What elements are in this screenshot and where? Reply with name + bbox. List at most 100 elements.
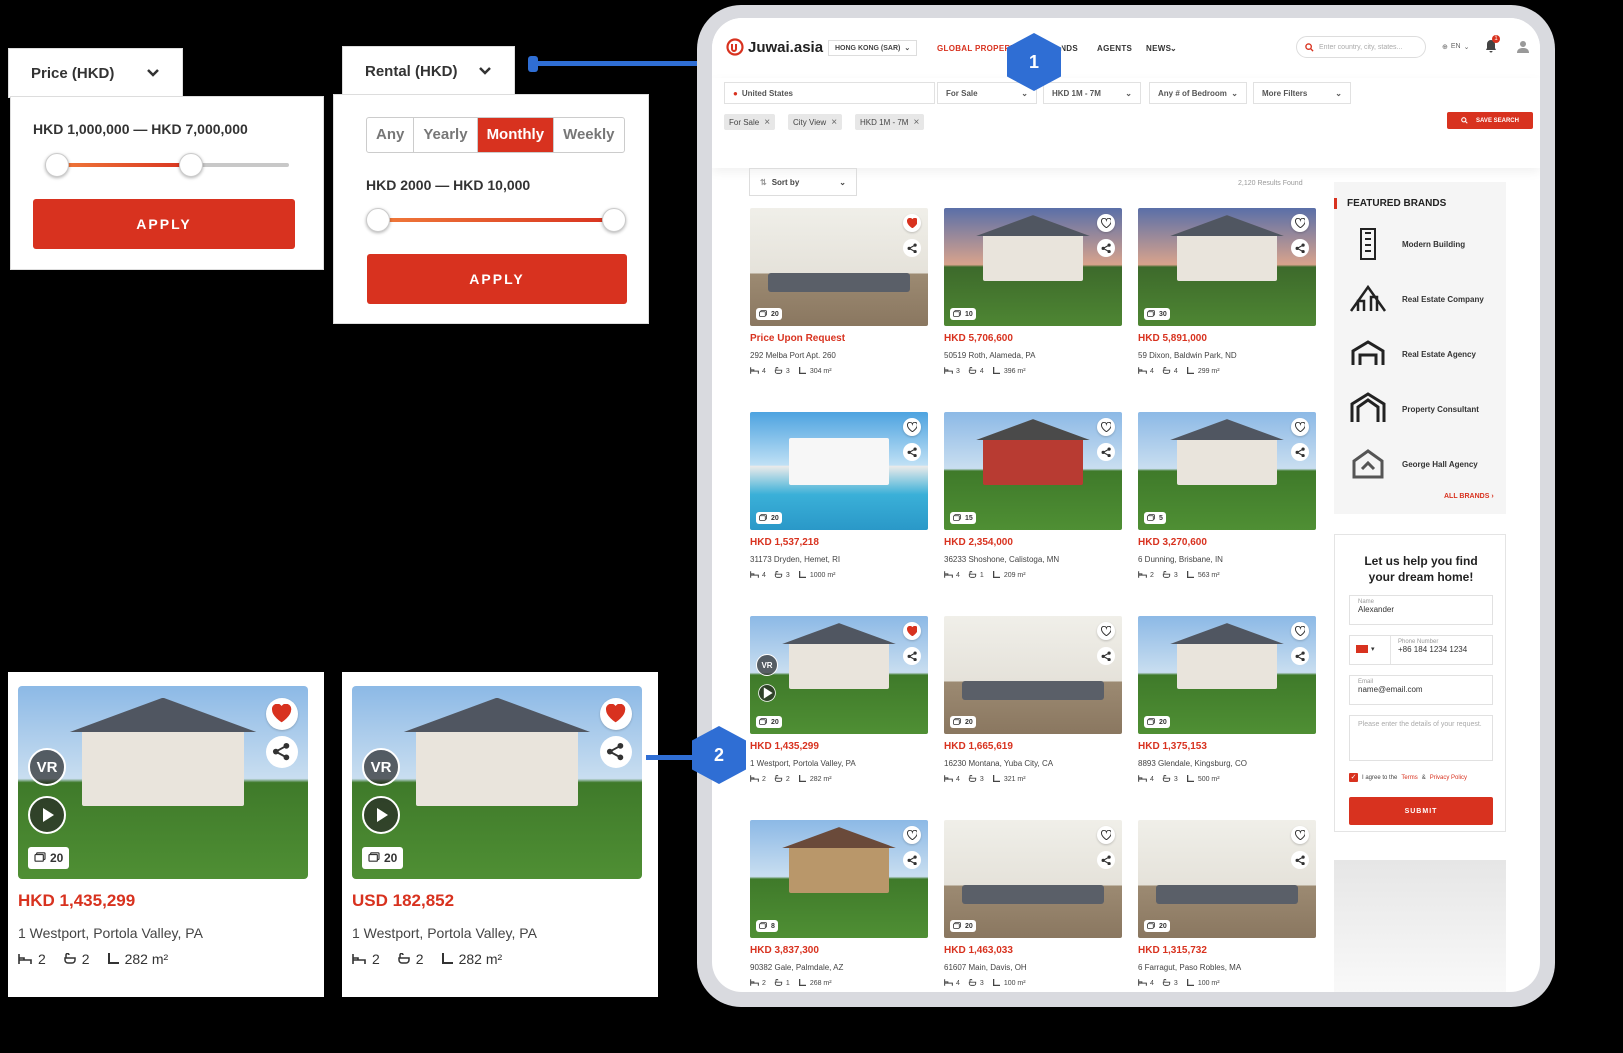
listing-image[interactable]: 10	[944, 208, 1122, 326]
brand-item[interactable]: Real Estate Agency	[1348, 334, 1476, 374]
country-code-select[interactable]: ▾	[1356, 645, 1375, 653]
listing-card[interactable]: 20 HKD 1,463,033 61607 Main, Davis, OH 4 3 10…	[944, 820, 1122, 992]
listing-card[interactable]: 20 HKD 1,315,732 6 Farragut, Paso Robles, …	[1138, 820, 1316, 992]
vr-tour-icon[interactable]: VR	[28, 748, 66, 786]
listing-image[interactable]: 20	[750, 208, 928, 326]
privacy-link[interactable]: Privacy Policy	[1430, 775, 1467, 781]
vr-tour-icon[interactable]: VR	[756, 654, 778, 676]
favorite-heart-icon[interactable]	[1097, 418, 1115, 436]
price-slider-max-handle[interactable]	[179, 153, 204, 177]
phone-field[interactable]: ▾ Phone Number +86 184 1234 1234	[1349, 635, 1493, 665]
favorite-heart-icon[interactable]	[1097, 622, 1115, 640]
price-slider[interactable]	[45, 153, 289, 177]
share-icon[interactable]	[1097, 443, 1115, 461]
all-brands-link[interactable]: ALL BRANDS ›	[1444, 493, 1494, 500]
play-video-icon[interactable]	[28, 796, 66, 834]
favorite-heart-icon[interactable]	[1097, 214, 1115, 232]
listing-card[interactable]: 20 HKD 1,537,218 31173 Dryden, Hemet, RI 4 3…	[750, 412, 928, 592]
details-field[interactable]: Please enter the details of your request…	[1349, 715, 1493, 761]
brand-item[interactable]: Property Consultant	[1348, 389, 1479, 429]
price-filter[interactable]: HKD 1M - 7M ⌄	[1043, 82, 1141, 104]
nav-agents[interactable]: AGENTS	[1097, 44, 1132, 53]
favorite-heart-icon[interactable]	[1097, 826, 1115, 844]
listing-image[interactable]: 20	[944, 616, 1122, 734]
listing-image[interactable]: 8	[750, 820, 928, 938]
name-field[interactable]: Name Alexander	[1349, 595, 1493, 625]
rental-slider-max-handle[interactable]	[602, 208, 626, 232]
share-icon[interactable]	[1097, 239, 1115, 257]
listing-image[interactable]: 20	[1138, 820, 1316, 938]
share-icon[interactable]	[266, 736, 298, 768]
price-slider-min-handle[interactable]	[45, 153, 70, 177]
vr-tour-icon[interactable]: VR	[362, 748, 400, 786]
rental-option-yearly[interactable]: Yearly	[414, 118, 478, 152]
rental-slider-min-handle[interactable]	[366, 208, 390, 232]
price-dropdown[interactable]: Price (HKD)	[8, 48, 183, 98]
share-icon[interactable]	[1097, 851, 1115, 869]
rental-option-monthly[interactable]: Monthly	[477, 118, 555, 152]
favorite-heart-icon[interactable]	[903, 622, 921, 640]
listing-image[interactable]: 20	[944, 820, 1122, 938]
rental-option-weekly[interactable]: Weekly	[554, 118, 623, 152]
listing-image[interactable]: VR 20	[18, 686, 308, 879]
share-icon[interactable]	[903, 647, 921, 665]
listing-card[interactable]: 5 HKD 3,270,600 6 Dunning, Brisbane, IN 2 3 5…	[1138, 412, 1316, 592]
listing-image[interactable]: 20	[1138, 616, 1316, 734]
listing-image[interactable]: 15	[944, 412, 1122, 530]
favorite-heart-icon[interactable]	[600, 698, 632, 730]
favorite-heart-icon[interactable]	[903, 826, 921, 844]
share-icon[interactable]	[1291, 239, 1309, 257]
email-field[interactable]: Email name@email.com	[1349, 675, 1493, 705]
listing-image[interactable]: 5	[1138, 412, 1316, 530]
play-video-icon[interactable]	[362, 796, 400, 834]
brand-item[interactable]: Real Estate Company	[1348, 279, 1484, 319]
listing-card[interactable]: 8 HKD 3,837,300 90382 Gale, Palmdale, AZ 2 1…	[750, 820, 928, 992]
favorite-heart-icon[interactable]	[903, 214, 921, 232]
more-filters[interactable]: More Filters ⌄	[1253, 82, 1351, 104]
listing-image[interactable]: 30	[1138, 208, 1316, 326]
save-search-button[interactable]: SAVE SEARCH	[1447, 112, 1533, 129]
brand-item[interactable]: George Hall Agency	[1348, 444, 1478, 484]
sort-select[interactable]: ⇅ Sort by ⌄	[749, 168, 857, 196]
share-icon[interactable]	[1291, 647, 1309, 665]
listing-card[interactable]: 20 HKD 1,665,619 16230 Montana, Yuba City,…	[944, 616, 1122, 796]
favorite-heart-icon[interactable]	[1291, 214, 1309, 232]
share-icon[interactable]	[1291, 443, 1309, 461]
play-video-icon[interactable]	[758, 684, 776, 702]
favorite-heart-icon[interactable]	[903, 418, 921, 436]
agree-checkbox[interactable]: ✓	[1349, 773, 1358, 782]
user-icon[interactable]	[1517, 40, 1529, 53]
favorite-heart-icon[interactable]	[266, 698, 298, 730]
share-icon[interactable]	[903, 239, 921, 257]
language-select[interactable]: ⊕ EN ⌄	[1442, 43, 1469, 51]
location-filter[interactable]: ● United States	[724, 82, 935, 104]
share-icon[interactable]	[1097, 647, 1115, 665]
region-select[interactable]: HONG KONG (SAR) ⌄	[828, 40, 918, 56]
listing-card[interactable]: 30 HKD 5,891,000 59 Dixon, Baldwin Park, N…	[1138, 208, 1316, 388]
filter-chip[interactable]: City View ×	[788, 114, 843, 130]
favorite-heart-icon[interactable]	[1291, 622, 1309, 640]
nav-news[interactable]: NEWS	[1146, 44, 1171, 53]
rental-period-toggle[interactable]: Any Yearly Monthly Weekly	[366, 117, 625, 153]
close-icon[interactable]: ×	[913, 117, 919, 128]
listing-image[interactable]: 20	[750, 412, 928, 530]
featured-listing-card[interactable]: VR 20 HKD 1,435,299 1 Westport, Portola Val…	[8, 672, 324, 997]
brand-item[interactable]: Modern Building	[1348, 224, 1465, 264]
search-box[interactable]: Enter country, city, states...	[1296, 36, 1426, 58]
listing-card[interactable]: 20 Price Upon Request 292 Melba Port Apt. …	[750, 208, 928, 388]
close-icon[interactable]: ×	[831, 117, 837, 128]
featured-listing-card[interactable]: VR 20 USD 182,852 1 Westport, Portola Valle…	[342, 672, 658, 997]
filter-chip[interactable]: For Sale ×	[724, 114, 776, 130]
favorite-heart-icon[interactable]	[1291, 418, 1309, 436]
listing-image[interactable]: VR 20	[750, 616, 928, 734]
filter-chip[interactable]: HKD 1M - 7M ×	[855, 114, 925, 130]
terms-link[interactable]: Terms	[1401, 775, 1417, 781]
listing-image[interactable]: VR 20	[352, 686, 642, 879]
share-icon[interactable]	[1291, 851, 1309, 869]
rental-option-any[interactable]: Any	[367, 118, 415, 152]
listing-card[interactable]: 15 HKD 2,354,000 36233 Shoshone, Calistoga…	[944, 412, 1122, 592]
share-icon[interactable]	[903, 443, 921, 461]
bedroom-filter[interactable]: Any # of Bedroom ⌄	[1149, 82, 1247, 104]
share-icon[interactable]	[600, 736, 632, 768]
rental-apply-button[interactable]: APPLY	[367, 254, 627, 304]
